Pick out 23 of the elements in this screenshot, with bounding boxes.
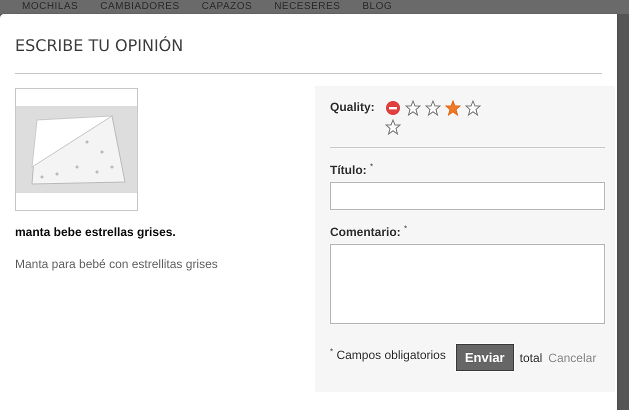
modal-title: ESCRIBE TU OPINIÓN bbox=[15, 36, 184, 57]
nav-link[interactable]: BLOG bbox=[362, 1, 392, 13]
star-icon[interactable] bbox=[464, 100, 481, 116]
field-label: Título: $^{*}$ bbox=[330, 162, 374, 177]
star-icon[interactable] bbox=[424, 100, 441, 116]
submit-button[interactable]: Enviar bbox=[456, 344, 514, 371]
rating-label: Quality: bbox=[330, 100, 375, 116]
nav-link[interactable]: NECESERES bbox=[274, 1, 340, 13]
nav-link[interactable]: CAMBIADORES bbox=[100, 1, 180, 13]
product-description: Manta para bebé con estrellitas grises bbox=[15, 257, 219, 271]
nav-link[interactable]: CAPAZOS bbox=[202, 1, 252, 13]
nav-link[interactable]: MOCHILAS bbox=[22, 1, 78, 13]
star-icon[interactable] bbox=[444, 100, 461, 116]
cancel-link[interactable]: Cancelar bbox=[548, 350, 596, 364]
required-note: $^{*}$ Campos obligatorios bbox=[330, 347, 446, 362]
field-label: Comentario: $^{*}$ bbox=[330, 224, 408, 239]
title-field[interactable] bbox=[330, 182, 605, 210]
star-icon[interactable] bbox=[384, 119, 401, 135]
product-name: manta bebe estrellas grises. bbox=[15, 225, 177, 239]
star-icon[interactable] bbox=[404, 100, 421, 116]
comment-field[interactable] bbox=[330, 244, 605, 324]
total-text: total bbox=[520, 350, 542, 364]
clear-rating-icon[interactable] bbox=[384, 100, 401, 116]
